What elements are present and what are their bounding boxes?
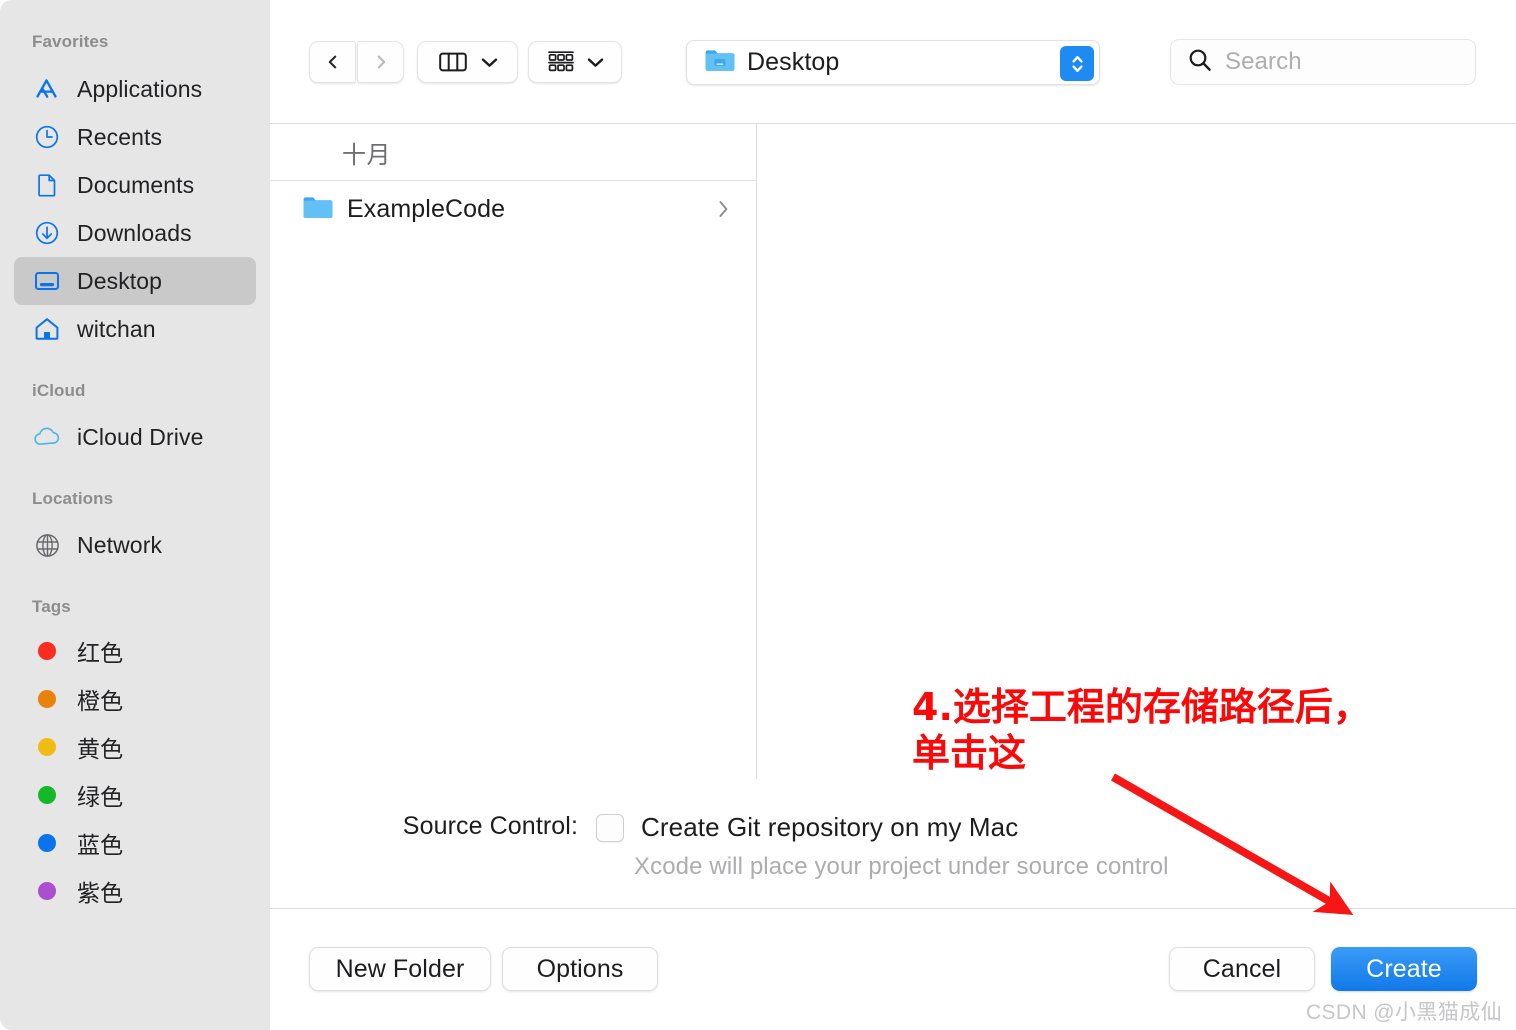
tag-dot-icon — [32, 636, 62, 666]
chevron-down-icon — [481, 57, 497, 67]
sidebar-tag-red[interactable]: 红色 — [14, 627, 256, 675]
sidebar-item-label: Recents — [77, 123, 163, 150]
sidebar-item-applications[interactable]: Applications — [14, 65, 256, 113]
document-icon — [32, 170, 62, 200]
toolbar: Desktop Search — [270, 0, 1516, 124]
sidebar-item-documents[interactable]: Documents — [14, 161, 256, 209]
tag-dot-icon — [32, 876, 62, 906]
sidebar-item-label: Applications — [77, 75, 203, 102]
save-panel-window: Favorites Applications Recents Documents… — [0, 0, 1516, 1030]
sidebar-item-desktop[interactable]: Desktop — [14, 257, 256, 305]
downloads-arrow-icon — [32, 218, 62, 248]
sidebar-item-label: 橙色 — [77, 688, 124, 714]
sidebar-section-icloud-title: iCloud — [32, 381, 86, 400]
sidebar-item-label: Documents — [77, 171, 195, 198]
sidebar: Favorites Applications Recents Documents… — [0, 0, 270, 1030]
path-popup-label: Desktop — [747, 48, 840, 76]
options-button[interactable]: Options — [502, 947, 658, 991]
sidebar-item-witchan[interactable]: witchan — [14, 305, 256, 353]
new-folder-button[interactable]: New Folder — [309, 947, 491, 991]
home-icon — [32, 314, 62, 344]
chevron-right-icon — [719, 201, 728, 217]
sidebar-item-downloads[interactable]: Downloads — [14, 209, 256, 257]
tag-dot-icon — [32, 828, 62, 858]
stepper-updown-icon[interactable] — [1060, 46, 1094, 81]
sidebar-tag-purple[interactable]: 紫色 — [14, 867, 256, 915]
globe-icon — [32, 530, 62, 560]
sidebar-item-label: witchan — [77, 315, 156, 342]
chevron-down-icon — [587, 57, 604, 67]
folder-icon — [302, 194, 334, 225]
source-control-accessory: Source Control: Create Git repository on… — [270, 779, 1516, 909]
group-header-label: 十月 — [342, 141, 391, 169]
applications-icon — [32, 74, 62, 104]
search-icon — [1187, 47, 1213, 78]
sidebar-item-label: iCloud Drive — [77, 423, 204, 450]
sidebar-section-favorites-title: Favorites — [32, 32, 109, 51]
chevron-right-icon — [377, 55, 385, 69]
source-control-hint: Xcode will place your project under sour… — [634, 853, 1169, 880]
tag-dot-icon — [32, 684, 62, 714]
tag-dot-icon — [32, 780, 62, 810]
create-git-repository-checkbox[interactable] — [596, 814, 624, 842]
search-input[interactable]: Search — [1170, 39, 1476, 85]
panel-content: Desktop Search 十月 ExampleCode Source Con… — [270, 0, 1516, 1030]
browser-column-two[interactable] — [758, 124, 1516, 779]
sidebar-tag-blue[interactable]: 蓝色 — [14, 819, 256, 867]
cancel-button[interactable]: Cancel — [1169, 947, 1315, 991]
forward-button[interactable] — [357, 41, 404, 83]
sidebar-tag-yellow[interactable]: 黄色 — [14, 723, 256, 771]
group-header: 十月 — [270, 124, 756, 181]
sidebar-item-label: 蓝色 — [77, 832, 124, 858]
csdn-watermark: CSDN @小黑猫成仙 — [1305, 1001, 1502, 1024]
sidebar-tag-orange[interactable]: 橙色 — [14, 675, 256, 723]
recents-clock-icon — [32, 122, 62, 152]
desktop-icon — [32, 266, 62, 296]
cloud-icon — [32, 422, 62, 452]
create-button[interactable]: Create — [1331, 947, 1477, 991]
file-browser: 十月 ExampleCode — [270, 124, 1516, 779]
tag-dot-icon — [32, 732, 62, 762]
sidebar-item-label: 绿色 — [77, 784, 124, 810]
folder-icon — [704, 47, 736, 78]
column-view-icon — [438, 52, 467, 72]
file-row-label: ExampleCode — [347, 194, 506, 223]
browser-column-one: 十月 ExampleCode — [270, 124, 757, 779]
sidebar-tag-green[interactable]: 绿色 — [14, 771, 256, 819]
sidebar-item-label: Desktop — [77, 267, 163, 294]
source-control-label: Source Control: — [402, 812, 578, 840]
group-by-icon — [548, 51, 574, 72]
chevron-left-icon — [328, 55, 336, 69]
sidebar-item-label: Downloads — [77, 219, 192, 246]
file-row-examplecode[interactable]: ExampleCode — [270, 181, 756, 237]
sidebar-item-icloud-drive[interactable]: iCloud Drive — [14, 413, 256, 461]
view-mode-button[interactable] — [417, 41, 518, 83]
sidebar-item-recents[interactable]: Recents — [14, 113, 256, 161]
create-git-repository-label: Create Git repository on my Mac — [641, 812, 1019, 842]
group-by-button[interactable] — [528, 41, 622, 83]
sidebar-item-network[interactable]: Network — [14, 521, 256, 569]
sidebar-item-label: 黄色 — [77, 736, 124, 762]
search-placeholder: Search — [1225, 48, 1302, 75]
sidebar-item-label: Network — [77, 531, 163, 558]
sidebar-section-tags-title: Tags — [32, 597, 71, 616]
back-button[interactable] — [309, 41, 356, 83]
path-popup-button[interactable]: Desktop — [686, 40, 1100, 85]
sidebar-item-label: 紫色 — [77, 880, 124, 906]
sidebar-section-locations-title: Locations — [32, 489, 114, 508]
sidebar-item-label: 红色 — [77, 640, 124, 666]
